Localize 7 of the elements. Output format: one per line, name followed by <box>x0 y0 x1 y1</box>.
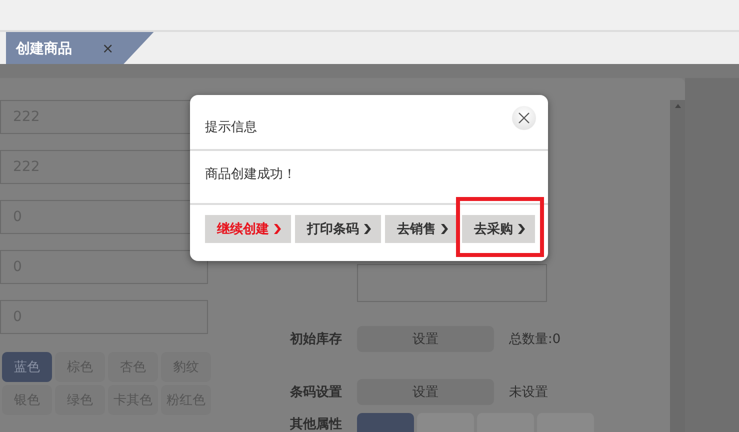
field-label: 初始库存 <box>290 330 343 348</box>
dialog-message: 商品创建成功！ <box>190 149 548 205</box>
field-label: 其他属性 <box>290 416 343 432</box>
field-label: 条码设置 <box>290 384 343 401</box>
status-text: 总数量:0 <box>509 331 561 348</box>
status-text: 未设置 <box>509 384 548 401</box>
dialog-title: 提示信息 <box>205 119 257 136</box>
